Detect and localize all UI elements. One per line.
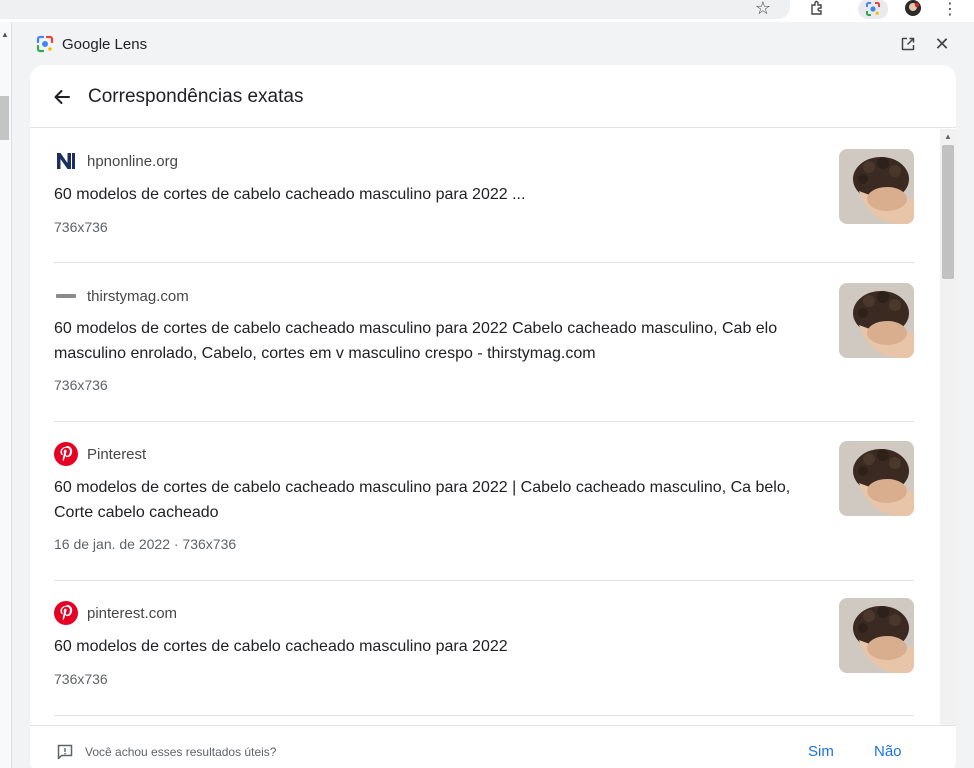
back-arrow-icon[interactable] [50, 85, 74, 109]
page-title: Correspondências exatas [88, 86, 304, 107]
google-lens-toolbar-icon[interactable] [858, 0, 888, 19]
result-source[interactable]: thirstymag.com [54, 284, 189, 308]
feedback-no-button[interactable]: Não [874, 743, 902, 760]
result-thumbnail[interactable] [839, 598, 914, 673]
google-lens-side-panel: Google Lens ✕ Correspondências exatas hp… [12, 22, 974, 768]
feedback-bar: Você achou esses resultados úteis? Sim N… [30, 725, 956, 768]
divider [54, 580, 914, 581]
result-meta: 736x736 [54, 377, 108, 393]
result-source[interactable]: pinterest.com [54, 601, 177, 625]
result-item[interactable]: Pinterest 60 modelos de cortes de cabelo… [54, 441, 914, 562]
scroll-up-arrow-icon[interactable]: ▲ [944, 132, 952, 141]
result-item[interactable]: thirstymag.com 60 modelos de cortes de c… [54, 283, 914, 404]
bookmark-star-icon[interactable]: ☆ [752, 0, 774, 19]
result-title[interactable]: 60 modelos de cortes de cabelo cacheado … [54, 182, 819, 207]
result-title[interactable]: 60 modelos de cortes de cabelo cacheado … [54, 634, 819, 659]
feedback-question: Você achou esses resultados úteis? [85, 745, 277, 759]
thirstymag-icon [54, 284, 78, 308]
source-name: hpnonline.org [87, 152, 178, 170]
results-scrollbar-thumb[interactable] [942, 145, 954, 279]
result-thumbnail[interactable] [839, 441, 914, 516]
result-meta: 736x736 [54, 219, 108, 235]
divider [54, 421, 914, 422]
result-source[interactable]: Pinterest [54, 442, 146, 466]
results-card: Correspondências exatas hpnonline.org 60… [30, 65, 956, 768]
address-bar[interactable] [0, 0, 790, 19]
results-header: Correspondências exatas [30, 65, 956, 128]
hpnonline-icon [54, 149, 78, 173]
feedback-icon [57, 744, 73, 760]
close-icon[interactable]: ✕ [932, 34, 952, 55]
pinterest-icon [54, 601, 78, 625]
source-name: pinterest.com [87, 604, 178, 622]
open-in-new-tab-icon[interactable] [898, 34, 918, 54]
result-thumbnail[interactable] [839, 149, 914, 224]
results-list: hpnonline.org 60 modelos de cortes de ca… [30, 129, 940, 725]
source-name: thirstymag.com [87, 287, 189, 305]
divider [54, 715, 914, 716]
google-lens-logo-icon [36, 35, 54, 53]
divider [54, 262, 914, 263]
source-name: Pinterest [87, 445, 147, 463]
result-meta: 16 de jan. de 2022 · 736x736 [54, 536, 237, 552]
extensions-icon[interactable] [806, 0, 828, 17]
result-source[interactable]: hpnonline.org [54, 149, 178, 173]
result-item[interactable]: pinterest.com 60 modelos de cortes de ca… [54, 598, 914, 701]
result-title[interactable]: 60 modelos de cortes de cabelo cacheado … [54, 475, 819, 525]
page-scrollbar-thumb[interactable] [0, 96, 9, 140]
scroll-up-arrow-icon[interactable]: ▲ [1, 30, 9, 39]
result-thumbnail[interactable] [839, 283, 914, 358]
feedback-yes-button[interactable]: Sim [808, 743, 834, 760]
browser-menu-icon[interactable]: ⋮ [940, 0, 960, 18]
browser-toolbar: ☆ ⋮ [0, 0, 974, 22]
result-meta: 736x736 [54, 671, 108, 687]
page-scrollbar[interactable]: ▲ [0, 22, 12, 768]
side-panel-title: Google Lens [62, 36, 148, 53]
profile-avatar-icon[interactable] [902, 0, 924, 17]
side-panel-header: Google Lens ✕ [12, 22, 974, 66]
results-scrollbar[interactable]: ▲ [940, 129, 956, 725]
result-item[interactable]: hpnonline.org 60 modelos de cortes de ca… [54, 149, 914, 264]
result-title[interactable]: 60 modelos de cortes de cabelo cacheado … [54, 316, 819, 366]
pinterest-icon [54, 442, 78, 466]
